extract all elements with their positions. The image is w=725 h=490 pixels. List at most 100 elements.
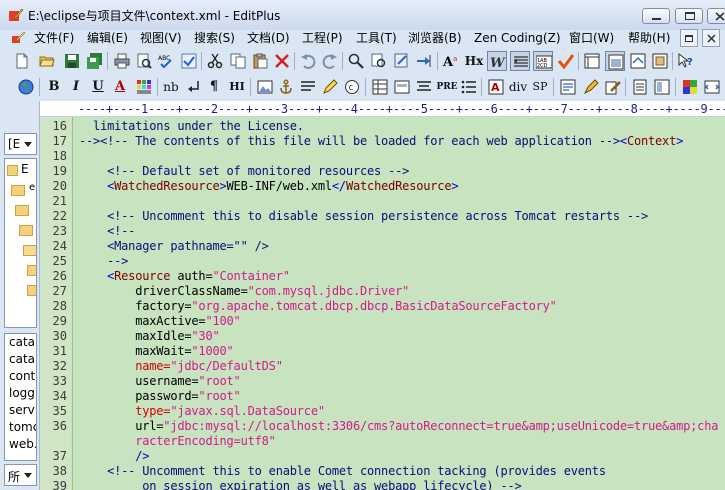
document-close-button[interactable] <box>702 29 720 47</box>
maximize-button[interactable] <box>675 8 703 24</box>
cut-button[interactable] <box>205 51 225 71</box>
output-window-toggle[interactable] <box>628 51 648 71</box>
document-restore-button[interactable] <box>680 29 698 47</box>
center-button[interactable] <box>414 77 434 97</box>
code-line[interactable]: <!-- Uncomment this to disable session p… <box>79 209 648 224</box>
code-line[interactable]: username="root" <box>79 374 241 389</box>
menu-edit[interactable]: 编辑(E) <box>87 30 128 47</box>
file-item[interactable]: serv <box>9 403 35 417</box>
file-item[interactable]: web. <box>9 437 36 451</box>
font-button[interactable]: Aa <box>441 51 461 71</box>
copyright-button[interactable]: c <box>342 77 362 97</box>
goto-line-button[interactable] <box>414 51 434 71</box>
span-button[interactable]: SP <box>530 77 550 97</box>
code-line[interactable]: driverClassName="com.mysql.jdbc.Driver" <box>79 284 409 299</box>
menu-search[interactable]: 搜索(S) <box>194 30 235 47</box>
directory-window-toggle[interactable] <box>582 51 602 71</box>
horizontal-rule-button[interactable]: HI <box>227 77 247 97</box>
toolbar-action-1[interactable] <box>558 77 578 97</box>
menu-help[interactable]: 帮助(H) <box>628 30 670 47</box>
font-color-button[interactable]: A <box>110 77 130 97</box>
redo-button[interactable] <box>320 51 340 71</box>
cliptext-window-toggle[interactable] <box>605 51 625 71</box>
code-line[interactable]: limitations under the License. <box>79 119 304 134</box>
file-item[interactable]: cont <box>9 369 35 383</box>
code-line[interactable]: <WatchedResource>WEB-INF/web.xml</Watche… <box>79 179 458 194</box>
file-item[interactable]: tomc <box>9 420 36 434</box>
toolbar-action-4[interactable] <box>630 77 650 97</box>
line-break-button[interactable] <box>184 77 204 97</box>
font-tag-button[interactable]: A <box>486 77 506 97</box>
color-picker-button[interactable] <box>134 77 154 97</box>
code-line[interactable]: maxIdle="30" <box>79 329 220 344</box>
copy-button[interactable] <box>228 51 248 71</box>
code-line[interactable]: on session expiration as well as webapp … <box>79 479 522 490</box>
menu-tools[interactable]: 工具(T) <box>356 30 397 47</box>
code-line[interactable]: type="javax.sql.DataSource" <box>79 404 325 419</box>
delete-button[interactable] <box>272 51 292 71</box>
print-button[interactable] <box>112 51 132 71</box>
drive-combo[interactable]: [E <box>4 133 37 155</box>
menu-zen-coding[interactable]: Zen Coding(Z) <box>474 30 561 47</box>
line-number-toggle[interactable] <box>510 51 530 71</box>
list-button[interactable] <box>459 77 479 97</box>
code-line[interactable]: name="jdbc/DefaultDS" <box>79 359 283 374</box>
image-button[interactable] <box>255 77 275 97</box>
underline-button[interactable]: U <box>88 77 108 97</box>
toolbar-action-6[interactable] <box>680 77 700 97</box>
toolbar-action-3[interactable] <box>603 77 623 97</box>
save-all-button[interactable] <box>85 51 105 71</box>
check-mark-button[interactable] <box>556 51 576 71</box>
menu-file[interactable]: 文件(F) <box>34 30 74 47</box>
toolbar-action-2[interactable] <box>581 77 601 97</box>
menu-window[interactable]: 窗口(W) <box>569 30 614 47</box>
toolbar-action-5[interactable] <box>652 77 672 97</box>
code-line[interactable]: <!-- <box>79 224 135 239</box>
code-line[interactable]: --> <box>79 254 128 269</box>
open-file-button[interactable] <box>37 51 57 71</box>
paragraph-button[interactable]: ¶ <box>205 77 223 97</box>
tree-item-label[interactable]: e <box>29 182 35 193</box>
paste-button[interactable] <box>250 51 270 71</box>
minimize-button[interactable] <box>642 8 670 24</box>
code-line[interactable]: maxActive="100" <box>79 314 241 329</box>
code-line[interactable]: --><!-- The contents of this file will b… <box>79 134 683 149</box>
file-item[interactable]: catal <box>9 335 36 349</box>
code-line[interactable]: <Resource auth="Container" <box>79 269 290 284</box>
div-button[interactable]: div <box>508 77 528 97</box>
highlight-button[interactable] <box>320 77 340 97</box>
find-in-files-button[interactable] <box>392 51 412 71</box>
column-ruler-toggle[interactable]: 1AB 2CD <box>533 51 553 71</box>
new-file-button[interactable] <box>12 51 32 71</box>
menu-browser[interactable]: 浏览器(B) <box>408 30 462 47</box>
code-line[interactable]: factory="org.apache.tomcat.dbcp.dbcp.Bas… <box>79 299 557 314</box>
menu-document[interactable]: 文档(D) <box>247 30 290 47</box>
code-line[interactable]: <!-- Uncomment this to enable Comet conn… <box>79 464 606 479</box>
tree-item-label[interactable]: E <box>21 162 29 176</box>
browser-preview-button[interactable] <box>16 77 36 97</box>
code-line[interactable]: <!-- Default set of monitored resources … <box>79 164 409 179</box>
replace-button[interactable] <box>369 51 389 71</box>
form-button[interactable] <box>392 77 412 97</box>
undo-button[interactable] <box>298 51 318 71</box>
pre-button[interactable]: PRE <box>436 77 458 97</box>
close-button[interactable] <box>707 8 725 24</box>
bold-button[interactable]: B <box>44 77 64 97</box>
code-line[interactable]: <Manager pathname="" /> <box>79 239 269 254</box>
code-line[interactable]: url="jdbc:mysql://localhost:3306/cms?aut… <box>79 419 718 434</box>
code-line[interactable]: maxWait="1000" <box>79 344 234 359</box>
code-line[interactable]: password="root" <box>79 389 241 404</box>
heading-button[interactable]: Hx <box>463 51 485 71</box>
file-list[interactable]: catal catal cont logg serv tomc web. <box>4 333 37 461</box>
word-wrap-toggle[interactable]: W <box>487 51 507 71</box>
fullscreen-button[interactable] <box>650 51 670 71</box>
italic-button[interactable]: I <box>66 77 86 97</box>
align-button[interactable] <box>298 77 318 97</box>
menu-project[interactable]: 工程(P) <box>302 30 343 47</box>
code-line[interactable]: /> <box>79 449 149 464</box>
file-item[interactable]: logg <box>9 386 35 400</box>
toolbar-action-7[interactable] <box>702 77 722 97</box>
menu-view[interactable]: 视图(V) <box>140 30 182 47</box>
code-line[interactable]: racterEncoding=utf8" <box>79 434 276 449</box>
file-filter-combo[interactable]: 所 <box>4 464 37 486</box>
